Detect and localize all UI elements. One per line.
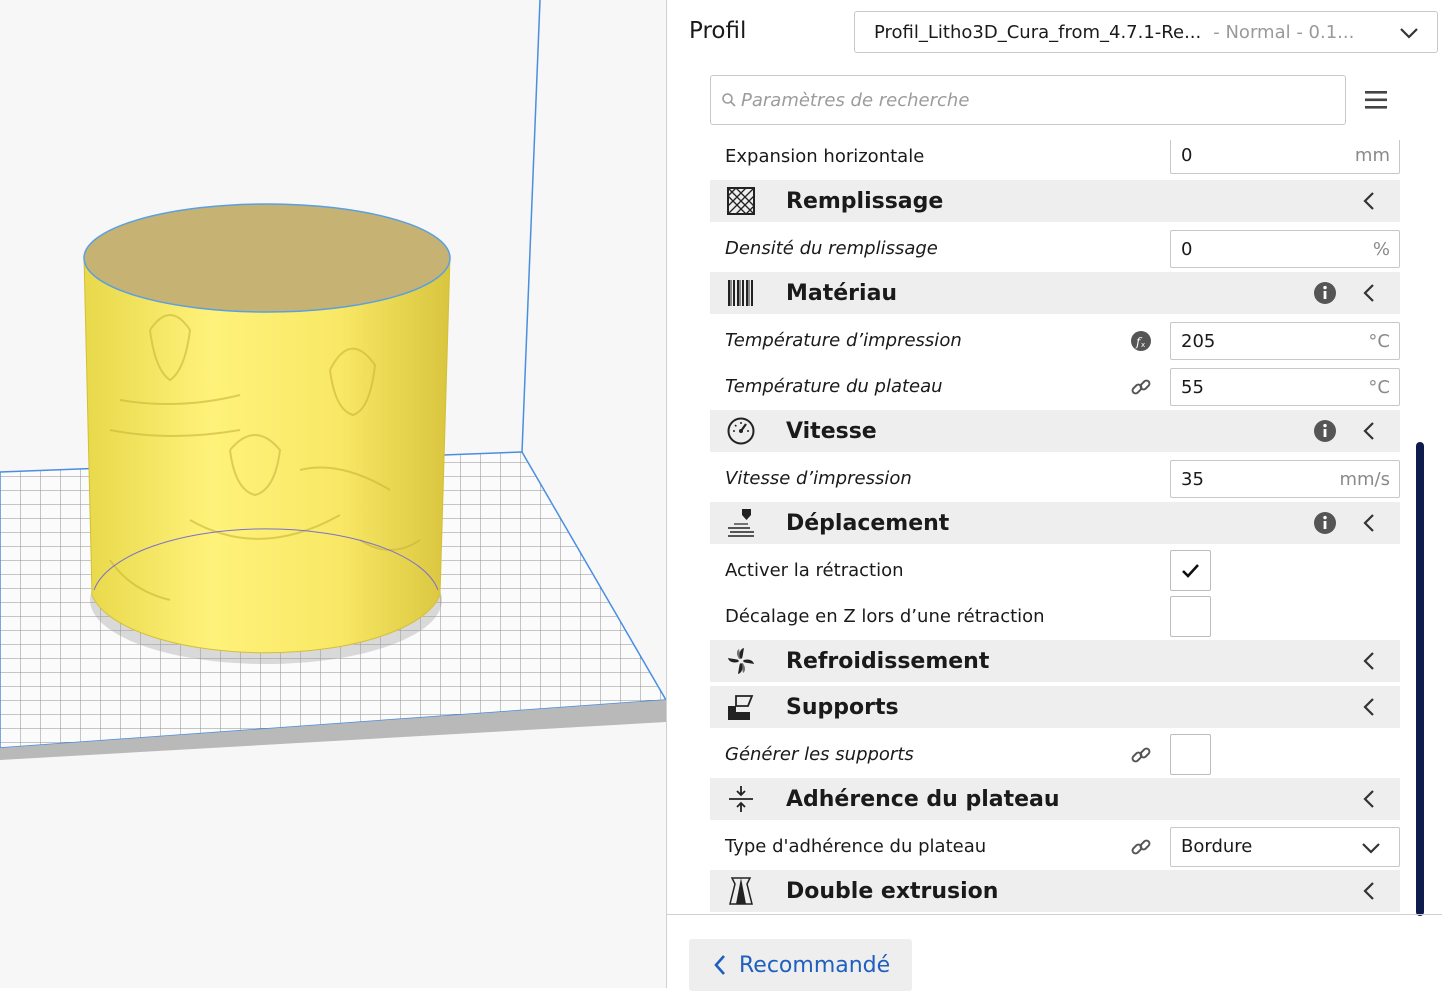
chevron-left-icon — [1363, 514, 1374, 532]
category-infill-title: Remplissage — [786, 189, 944, 214]
bed-temp-label: Température du plateau — [725, 376, 943, 397]
category-material-title: Matériau — [786, 281, 898, 306]
adhesion-icon — [729, 786, 753, 812]
profile-select[interactable]: Profil_Litho3D_Cura_from_4.7.1-Re... - N… — [854, 11, 1438, 53]
profile-subtitle: - Normal - 0.1... — [1213, 21, 1355, 43]
expansion-field[interactable]: 0 mm — [1170, 140, 1400, 174]
search-icon — [722, 93, 736, 107]
print-speed-value: 35 — [1181, 469, 1204, 490]
category-adhesion[interactable]: Adhérence du plateau — [710, 778, 1400, 820]
adhesion-type-select[interactable]: Bordure — [1170, 827, 1400, 867]
retraction-checkbox[interactable] — [1170, 550, 1211, 591]
chevron-left-icon — [1363, 790, 1374, 808]
infill-density-label: Densité du remplissage — [725, 238, 938, 259]
print-speed-label: Vitesse d’impression — [725, 468, 912, 489]
print-temp-value: 205 — [1181, 331, 1216, 352]
chevron-left-icon — [1363, 882, 1374, 900]
infill-icon — [727, 187, 755, 215]
menu-icon[interactable] — [1364, 88, 1390, 112]
print-temp-unit: °C — [1368, 331, 1390, 352]
speedometer-icon — [727, 417, 755, 445]
adhesion-type-value: Bordure — [1181, 836, 1253, 857]
info-icon[interactable] — [1313, 281, 1337, 305]
category-travel-title: Déplacement — [786, 511, 950, 536]
supports-icon — [728, 695, 754, 720]
bed-temp-field[interactable]: 55 °C — [1170, 368, 1400, 406]
link-icon[interactable] — [1130, 376, 1152, 398]
material-icon — [728, 280, 753, 306]
infill-density-value: 0 — [1181, 239, 1193, 260]
search-input[interactable]: Paramètres de recherche — [710, 75, 1346, 125]
category-travel[interactable]: Déplacement — [710, 502, 1400, 544]
profile-label: Profil — [689, 18, 747, 44]
zhop-label: Décalage en Z lors d’une rétraction — [725, 606, 1045, 627]
category-material[interactable]: Matériau — [710, 272, 1400, 314]
chevron-left-icon — [1363, 422, 1374, 440]
category-supports-title: Supports — [786, 695, 899, 720]
category-supports[interactable]: Supports — [710, 686, 1400, 728]
checkmark-icon — [1182, 564, 1199, 578]
bed-temp-unit: °C — [1368, 377, 1390, 398]
chevron-left-icon — [1363, 698, 1374, 716]
chevron-down-icon — [1362, 843, 1380, 854]
category-cooling-title: Refroidissement — [786, 649, 990, 674]
print-speed-unit: mm/s — [1339, 469, 1390, 490]
category-dual-extrusion-title: Double extrusion — [786, 879, 999, 904]
settings-list: Expansion horizontale 0 mm Remplissage D… — [710, 140, 1400, 912]
expansion-unit: mm — [1354, 145, 1390, 166]
fan-icon — [728, 648, 754, 674]
svg-text:x: x — [1141, 341, 1145, 349]
category-dual-extrusion[interactable]: Double extrusion — [710, 870, 1400, 912]
travel-icon — [728, 509, 754, 537]
category-cooling[interactable]: Refroidissement — [710, 640, 1400, 682]
link-icon[interactable] — [1130, 744, 1152, 766]
chevron-left-icon — [1363, 192, 1374, 210]
3d-viewport[interactable] — [0, 0, 666, 988]
chevron-down-icon — [1400, 28, 1418, 39]
info-icon[interactable] — [1313, 511, 1337, 535]
infill-density-unit: % — [1372, 239, 1390, 260]
chevron-left-icon — [1363, 284, 1374, 302]
gen-supports-checkbox[interactable] — [1170, 734, 1211, 775]
link-icon[interactable] — [1130, 836, 1152, 858]
print-temp-label: Température d’impression — [725, 330, 962, 351]
gen-supports-label: Générer les supports — [725, 744, 914, 765]
settings-scrollbar[interactable] — [1416, 442, 1424, 916]
search-placeholder: Paramètres de recherche — [741, 89, 970, 111]
build-plate-scene — [0, 0, 666, 760]
print-temp-field[interactable]: 205 °C — [1170, 322, 1400, 360]
zhop-checkbox[interactable] — [1170, 596, 1211, 637]
infill-density-field[interactable]: 0 % — [1170, 230, 1400, 268]
recommended-button[interactable]: Recommandé — [689, 939, 912, 991]
category-speed[interactable]: Vitesse — [710, 410, 1400, 452]
dual-extrusion-icon — [729, 877, 753, 905]
divider — [667, 914, 1442, 915]
retraction-label: Activer la rétraction — [725, 560, 904, 581]
profile-value: Profil_Litho3D_Cura_from_4.7.1-Re... — [874, 21, 1202, 43]
chevron-left-icon — [714, 955, 725, 975]
print-speed-field[interactable]: 35 mm/s — [1170, 460, 1400, 498]
function-icon[interactable]: f x — [1130, 330, 1152, 352]
category-infill[interactable]: Remplissage — [710, 180, 1400, 222]
recommended-label: Recommandé — [739, 952, 891, 978]
category-speed-title: Vitesse — [786, 419, 877, 444]
category-adhesion-title: Adhérence du plateau — [786, 787, 1060, 812]
chevron-left-icon — [1363, 652, 1374, 670]
print-settings-panel: Profil Profil_Litho3D_Cura_from_4.7.1-Re… — [666, 0, 1442, 991]
info-icon[interactable] — [1313, 419, 1337, 443]
expansion-value: 0 — [1181, 145, 1193, 166]
expansion-label: Expansion horizontale — [725, 146, 925, 167]
bed-temp-value: 55 — [1181, 377, 1204, 398]
adhesion-type-label: Type d'adhérence du plateau — [725, 836, 987, 857]
